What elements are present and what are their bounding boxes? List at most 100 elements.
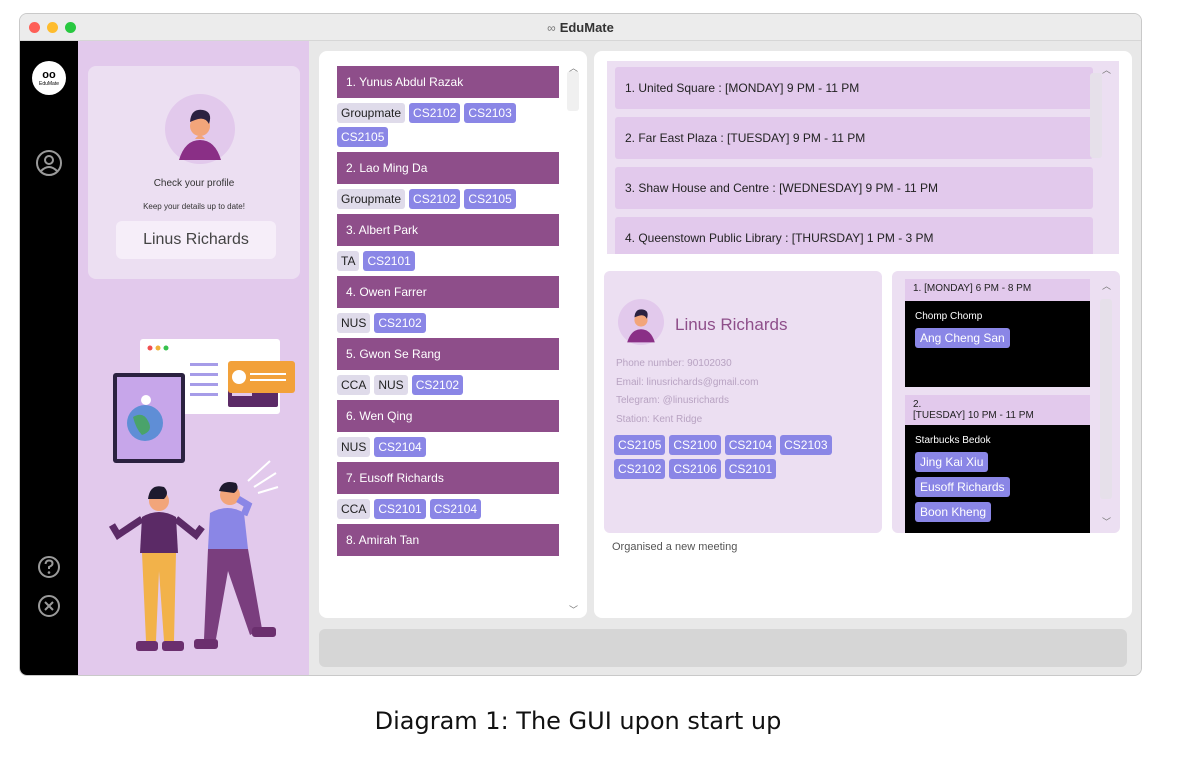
contact-name[interactable]: 7. Eusoff Richards — [337, 462, 559, 494]
location-list[interactable]: 1. United Square : [MONDAY] 9 PM - 11 PM… — [607, 61, 1119, 254]
module-tag: CS2106 — [669, 459, 721, 479]
contact-name[interactable]: 5. Gwon Se Rang — [337, 338, 559, 370]
window-title: ∞ EduMate — [20, 20, 1141, 35]
module-tag: CS2105 — [614, 435, 666, 455]
sidebar: oo EduMate — [20, 41, 78, 675]
avatar — [618, 299, 664, 345]
contact-name[interactable]: 4. Owen Farrer — [337, 276, 559, 308]
meeting-time: 1. [MONDAY] 6 PM - 8 PM — [905, 279, 1090, 301]
location-item[interactable]: 3. Shaw House and Centre : [WEDNESDAY] 9… — [615, 167, 1093, 209]
module-tag: CS2103 — [780, 435, 832, 455]
right-panel: 1. United Square : [MONDAY] 9 PM - 11 PM… — [594, 51, 1132, 618]
help-icon[interactable] — [35, 553, 63, 581]
window-title-text: EduMate — [559, 20, 614, 35]
contact-name[interactable]: 6. Wen Qing — [337, 400, 559, 432]
contact-name[interactable]: 1. Yunus Abdul Razak — [337, 66, 559, 98]
contact-name[interactable]: 8. Amirah Tan — [337, 524, 559, 556]
contact-tags: NUS CS2102 — [337, 308, 559, 338]
user-station: Station: Kent Ridge — [616, 414, 703, 425]
user-profile-card: Linus Richards Phone number: 90102030 Em… — [604, 271, 882, 533]
contact-list-scrollbar[interactable] — [567, 71, 579, 111]
infinity-icon: ∞ — [547, 21, 556, 35]
scroll-down-icon[interactable]: ﹀ — [1102, 515, 1111, 528]
contact-card[interactable]: 6. Wen Qing NUS CS2104 — [337, 400, 559, 462]
tag: NUS — [337, 313, 371, 333]
contact-tags: Groupmate CS2102 CS2105 — [337, 184, 559, 214]
tag: CS2102 — [411, 375, 464, 395]
module-tag: CS2102 — [614, 459, 666, 479]
scroll-up-icon[interactable]: ︿ — [569, 61, 578, 74]
tag: Groupmate — [337, 189, 406, 209]
location-item[interactable]: 2. Far East Plaza : [TUESDAY] 9 PM - 11 … — [615, 117, 1093, 159]
command-input[interactable] — [319, 629, 1127, 667]
location-list-scrollbar[interactable] — [1090, 73, 1102, 158]
logo-mark: oo — [42, 69, 56, 81]
avatar — [165, 94, 235, 164]
contact-tags: CCA CS2101 CS2104 — [337, 494, 559, 524]
contact-name[interactable]: 3. Albert Park — [337, 214, 559, 246]
location-item[interactable]: 4. Queenstown Public Library : [THURSDAY… — [615, 217, 1093, 254]
user-telegram: Telegram: @linusrichards — [616, 395, 729, 406]
meeting-time: 2. [TUESDAY] 10 PM - 11 PM — [905, 395, 1090, 425]
user-phone: Phone number: 90102030 — [616, 358, 732, 369]
user-email: Email: linusrichards@gmail.com — [616, 377, 759, 388]
contact-name[interactable]: 2. Lao Ming Da — [337, 152, 559, 184]
profile-panel: Check your profile Keep your details up … — [78, 41, 309, 675]
illustration — [108, 339, 295, 651]
profile-card-title: Check your profile — [153, 178, 235, 189]
tag: NUS — [337, 437, 371, 457]
contact-card[interactable]: 8. Amirah Tan — [337, 524, 559, 556]
scroll-up-icon[interactable]: ︿ — [1102, 279, 1111, 292]
contact-tags: NUS CS2104 — [337, 432, 559, 462]
title-bar: ∞ EduMate — [20, 14, 1141, 41]
main-content: 1. Yunus Abdul Razak Groupmate CS2102 CS210… — [309, 41, 1141, 675]
user-profile-icon[interactable] — [35, 149, 63, 177]
close-circle-icon[interactable] — [35, 592, 63, 620]
tag: CS2103 — [464, 103, 516, 123]
tag: CS2101 — [363, 251, 415, 271]
contact-card[interactable]: 1. Yunus Abdul Razak Groupmate CS2102 CS210… — [337, 66, 559, 152]
meeting-list-scrollbar[interactable] — [1100, 299, 1112, 499]
meeting-list[interactable]: 1. [MONDAY] 6 PM - 8 PM Chomp Chomp Ang Ch… — [892, 271, 1120, 533]
tag: CS2105 — [464, 189, 516, 209]
contact-list: 1. Yunus Abdul Razak Groupmate CS2102 CS210… — [337, 66, 559, 556]
result-display: Organised a new meeting — [612, 541, 738, 553]
profile-name-field[interactable]: Linus Richards — [116, 221, 276, 259]
contact-card[interactable]: 3. Albert Park TA CS2101 — [337, 214, 559, 276]
profile-card: Check your profile Keep your details up … — [88, 66, 300, 279]
contact-list-panel[interactable]: 1. Yunus Abdul Razak Groupmate CS2102 CS210… — [319, 51, 587, 618]
tag: NUS — [374, 375, 408, 395]
profile-card-subtitle: Keep your details up to date! — [143, 202, 245, 211]
tag: CS2105 — [337, 127, 389, 147]
module-tag: CS2104 — [724, 435, 777, 455]
meeting-participant-tag: Ang Cheng San — [915, 328, 1010, 348]
figure-caption: Diagram 1: The GUI upon start up — [0, 707, 1182, 735]
contact-card[interactable]: 2. Lao Ming Da Groupmate CS2102 CS2105 — [337, 152, 559, 214]
meeting-participant-tag: Jing Kai Xiu — [915, 452, 989, 472]
tag: CS2104 — [429, 499, 482, 519]
meeting-location: Starbucks Bedok — [915, 435, 991, 446]
app-window: ∞ EduMate oo EduMate Check your profile … — [19, 13, 1142, 676]
tag: Groupmate — [337, 103, 406, 123]
contact-card[interactable]: 4. Owen Farrer NUS CS2102 — [337, 276, 559, 338]
scroll-down-icon[interactable]: ﹀ — [569, 603, 578, 616]
logo-icon[interactable]: oo EduMate — [32, 61, 66, 95]
tag: CS2102 — [374, 313, 426, 333]
caption-text: Diagram 1: The GUI upon start up — [374, 707, 782, 735]
contact-card[interactable]: 7. Eusoff Richards CCA CS2101 CS2104 — [337, 462, 559, 524]
meeting-card[interactable]: 2. [TUESDAY] 10 PM - 11 PM Starbucks Bedo… — [905, 395, 1090, 533]
contact-tags: CCA NUS CS2102 — [337, 370, 559, 400]
meeting-participant-tag: Eusoff Richards — [915, 477, 1010, 497]
tag: CCA — [337, 499, 371, 519]
tag: CS2102 — [409, 189, 461, 209]
meeting-card[interactable]: 1. [MONDAY] 6 PM - 8 PM Chomp Chomp Ang Ch… — [905, 279, 1090, 387]
contact-card[interactable]: 5. Gwon Se Rang CCA NUS CS2102 — [337, 338, 559, 400]
tag: CS2104 — [374, 437, 426, 457]
location-item[interactable]: 1. United Square : [MONDAY] 9 PM - 11 PM — [615, 67, 1093, 109]
meeting-participant-tag: Boon Kheng — [915, 502, 992, 522]
tag: CCA — [337, 375, 371, 395]
contact-tags: Groupmate CS2102 CS2103 CS2105 — [337, 98, 559, 152]
logo-label: EduMate — [38, 81, 59, 87]
tag: CS2102 — [409, 103, 461, 123]
scroll-up-icon[interactable]: ︿ — [1102, 63, 1111, 76]
